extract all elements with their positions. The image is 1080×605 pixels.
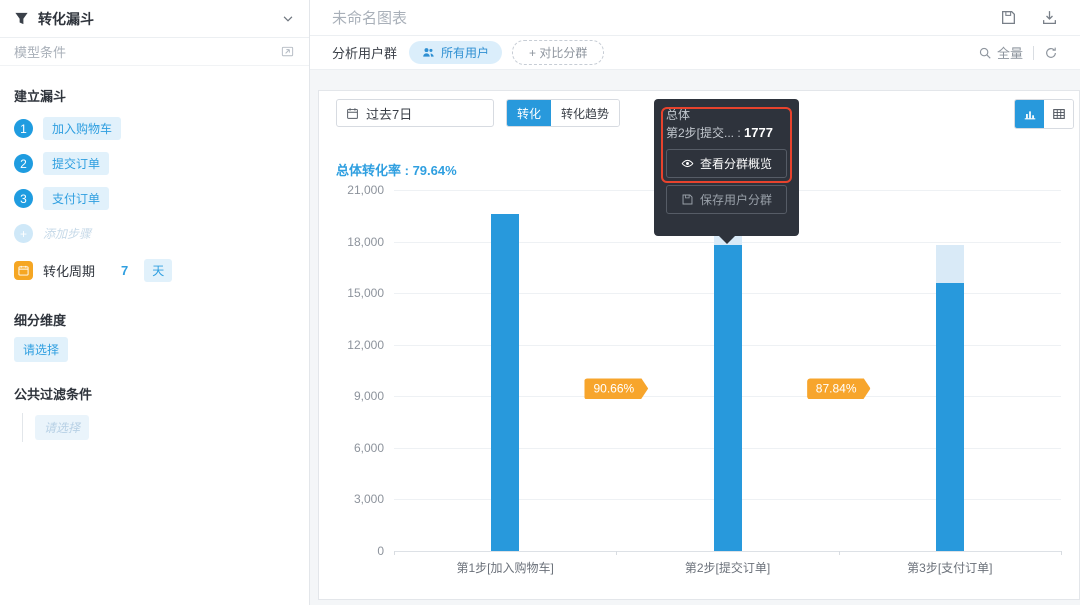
bar-chart-toggle[interactable] [1015, 100, 1044, 128]
compare-group-button[interactable]: + 对比分群 [512, 40, 605, 65]
refresh-icon[interactable] [1044, 46, 1058, 60]
toolbar: 分析用户群 所有用户 + 对比分群 全量 [310, 36, 1080, 70]
add-step-label: 添加步骤 [43, 227, 92, 241]
conversion-rate-badge: 87.84% [807, 378, 871, 399]
step-event-pill[interactable]: 支付订单 [43, 187, 110, 210]
x-axis-category-label: 第2步[提交订单] [684, 561, 771, 575]
funnel-step-row: 3 支付订单 [0, 181, 309, 216]
y-axis-tick-label: 3,000 [353, 492, 384, 507]
save-small-icon [682, 194, 693, 205]
divider [1033, 45, 1034, 60]
y-axis-tick-label: 0 [377, 544, 384, 558]
funnel-step-row: 2 提交订单 [0, 146, 309, 181]
add-step-button[interactable]: + 添加步骤 [0, 216, 309, 251]
chart-tooltip: 总体 第2步[提交... : 1777 查看分群概览 保存用户分群 [654, 99, 799, 236]
chart-type-toggles [1014, 99, 1074, 129]
y-axis-tick-label: 21,000 [347, 183, 384, 197]
plus-icon: + [14, 224, 33, 243]
content-area: 过去7日 转化 转化趋势 总体转化率 : 79.64% 21,000 18,00… [310, 70, 1080, 605]
analyze-group-label: 分析用户群 [332, 46, 398, 61]
users-icon [423, 48, 434, 57]
search-icon[interactable] [978, 46, 992, 60]
funnel-bar[interactable] [491, 213, 520, 551]
build-funnel-title: 建立漏斗 [14, 89, 67, 104]
collapse-panel-icon[interactable] [280, 44, 295, 59]
funnel-step-row: 1 加入购物车 [0, 111, 309, 146]
step-event-pill[interactable]: 提交订单 [43, 152, 110, 175]
dimension-select-button[interactable]: 请选择 [14, 337, 69, 362]
calendar-period-icon [14, 261, 33, 280]
x-axis-category-label: 第1步[加入购物车] [456, 561, 554, 575]
funnel-steps-list: 1 加入购物车 2 提交订单 3 支付订单 [0, 111, 309, 216]
conversion-period-unit[interactable]: 天 [144, 259, 173, 282]
eye-icon [681, 159, 694, 168]
y-axis-tick-label: 9,000 [353, 389, 384, 404]
conversion-period-value[interactable]: 7 [121, 263, 128, 278]
step-event-pill[interactable]: 加入购物车 [43, 117, 122, 140]
model-condition-label: 模型条件 [14, 45, 67, 60]
funnel-bar[interactable] [713, 245, 742, 551]
chevron-down-icon[interactable] [281, 12, 295, 26]
y-axis-tick-label: 15,000 [347, 286, 384, 301]
tooltip-metric: 第2步[提交... : 1777 [666, 125, 773, 140]
save-icon[interactable] [1000, 9, 1017, 26]
toolbar-right: 全量 [978, 43, 1058, 62]
table-toggle[interactable] [1044, 100, 1073, 128]
tab-conversion[interactable]: 转化 [507, 100, 552, 126]
overall-conversion-rate: 总体转化率 : 79.64% [336, 163, 457, 178]
gridline [394, 551, 1061, 552]
chart-title[interactable]: 未命名图表 [332, 7, 976, 28]
all-users-label: 所有用户 [441, 46, 490, 60]
download-icon[interactable] [1041, 9, 1058, 26]
sidebar: 转化漏斗 模型条件 建立漏斗 1 加入购物车 2 提交订单 3 支付订单 + 添加步骤 转… [0, 0, 310, 605]
x-axis-tick [616, 551, 618, 555]
dimension-title: 细分维度 [14, 313, 67, 328]
step-number-badge: 2 [14, 154, 33, 173]
conversion-rate-badge: 90.66% [584, 378, 648, 399]
y-axis-tick-label: 18,000 [347, 234, 384, 249]
bar-chart-icon [1024, 111, 1035, 120]
conversion-period-row: 转化周期 7 天 [0, 251, 309, 290]
date-range-value: 过去7日 [366, 106, 413, 122]
main-panel: 未命名图表 分析用户群 所有用户 + 对比分群 全量 过去7日 转化 转化趋势 … [310, 0, 1080, 605]
save-user-segment-button[interactable]: 保存用户分群 [666, 185, 787, 214]
view-segment-overview-button[interactable]: 查看分群概览 [666, 149, 787, 178]
view-mode-tabs: 转化 转化趋势 [506, 99, 621, 127]
funnel-bar[interactable] [935, 282, 964, 551]
step-number-badge: 1 [14, 119, 33, 138]
sampling-label[interactable]: 全量 [997, 43, 1023, 62]
step-number-badge: 3 [14, 189, 33, 208]
calendar-icon [347, 107, 358, 119]
tab-conversion-trend[interactable]: 转化趋势 [551, 100, 620, 126]
x-axis-category-label: 第3步[支付订单] [907, 561, 993, 575]
tooltip-metric-value: 1777 [744, 125, 773, 140]
tooltip-title: 总体 [666, 108, 691, 122]
model-condition-row: 模型条件 [0, 38, 309, 66]
all-users-pill[interactable]: 所有用户 [409, 41, 503, 64]
common-filter-title: 公共过滤条件 [14, 387, 93, 402]
sidebar-header: 转化漏斗 [0, 0, 309, 38]
main-header: 未命名图表 [310, 0, 1080, 36]
x-axis-tick [394, 551, 395, 555]
funnel-icon [15, 12, 28, 25]
chart-card: 过去7日 转化 转化趋势 总体转化率 : 79.64% 21,000 18,00… [318, 90, 1080, 600]
table-icon [1052, 109, 1065, 119]
y-axis-tick-label: 12,000 [347, 337, 384, 352]
model-title: 转化漏斗 [38, 10, 94, 27]
filter-select-button[interactable]: 请选择 [35, 415, 90, 440]
y-axis-tick-label: 6,000 [353, 440, 384, 455]
app-root: 转化漏斗 模型条件 建立漏斗 1 加入购物车 2 提交订单 3 支付订单 + 添加步骤 转… [0, 0, 1080, 605]
conversion-period-label: 转化周期 [43, 264, 96, 279]
common-filter-group: 请选择 [22, 413, 295, 442]
x-axis-tick [838, 551, 840, 555]
date-range-picker[interactable]: 过去7日 [336, 99, 494, 127]
x-axis-tick [1061, 551, 1062, 555]
